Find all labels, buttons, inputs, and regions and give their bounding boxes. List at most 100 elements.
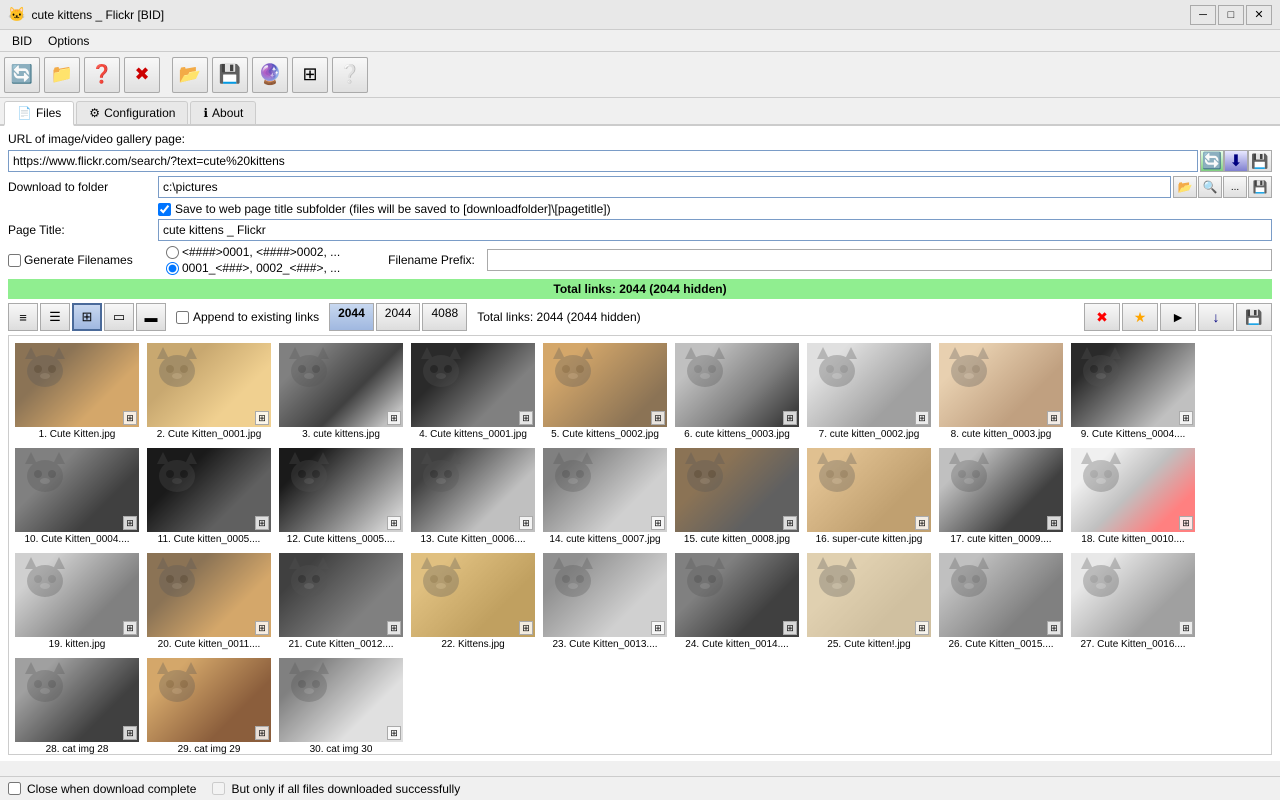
img-overlay-18[interactable]: ⊞ [1179, 516, 1193, 530]
img-overlay-20[interactable]: ⊞ [255, 621, 269, 635]
count-2044-button[interactable]: 2044 [329, 303, 374, 331]
img-overlay-15[interactable]: ⊞ [783, 516, 797, 530]
image-cell-17[interactable]: ⊞17. cute kitten_0009.... [937, 445, 1065, 548]
img-overlay-9[interactable]: ⊞ [1179, 411, 1193, 425]
image-cell-1[interactable]: ⊞1. Cute Kitten.jpg [13, 340, 141, 443]
image-cell-16[interactable]: ⊞16. super-cute kitten.jpg [805, 445, 933, 548]
img-overlay-12[interactable]: ⊞ [387, 516, 401, 530]
img-overlay-13[interactable]: ⊞ [519, 516, 533, 530]
img-overlay-23[interactable]: ⊞ [651, 621, 665, 635]
img-overlay-29[interactable]: ⊞ [255, 726, 269, 740]
subfolder-checkbox[interactable] [158, 203, 171, 216]
image-cell-2[interactable]: ⊞2. Cute Kitten_0001.jpg [145, 340, 273, 443]
save-folder-button[interactable]: 💾 [1248, 176, 1272, 198]
folder-input[interactable] [158, 176, 1171, 198]
image-grid-container[interactable]: ⊞1. Cute Kitten.jpg ⊞2. Cute Kitten_0001… [8, 335, 1272, 755]
image-cell-21[interactable]: ⊞21. Cute Kitten_0012.... [277, 550, 405, 653]
menu-options[interactable]: Options [40, 32, 97, 50]
play-button[interactable]: ► [1160, 303, 1196, 331]
more-folder-button[interactable]: ... [1223, 176, 1247, 198]
image-cell-23[interactable]: ⊞23. Cute Kitten_0013.... [541, 550, 669, 653]
img-overlay-17[interactable]: ⊞ [1047, 516, 1061, 530]
search-folder-button[interactable]: 🔍 [1198, 176, 1222, 198]
url-refresh-button[interactable]: 🔄 [1200, 150, 1224, 172]
img-overlay-4[interactable]: ⊞ [519, 411, 533, 425]
but-only-checkbox[interactable] [212, 782, 225, 795]
img-overlay-27[interactable]: ⊞ [1179, 621, 1193, 635]
filename-radio-1[interactable] [166, 246, 179, 259]
maximize-button[interactable]: □ [1218, 5, 1244, 25]
image-cell-14[interactable]: ⊞14. cute kittens_0007.jpg [541, 445, 669, 548]
img-overlay-3[interactable]: ⊞ [387, 411, 401, 425]
close-when-complete-checkbox[interactable] [8, 782, 21, 795]
img-overlay-7[interactable]: ⊞ [915, 411, 929, 425]
img-overlay-26[interactable]: ⊞ [1047, 621, 1061, 635]
image-cell-29[interactable]: ⊞29. cat img 29 [145, 655, 273, 755]
view-medium-button[interactable]: ▭ [104, 303, 134, 331]
img-overlay-14[interactable]: ⊞ [651, 516, 665, 530]
browse-folder-button[interactable]: 📂 [1173, 176, 1197, 198]
image-cell-13[interactable]: ⊞13. Cute Kitten_0006.... [409, 445, 537, 548]
tab-files[interactable]: 📄 Files [4, 101, 74, 126]
img-overlay-28[interactable]: ⊞ [123, 726, 137, 740]
image-cell-28[interactable]: ⊞28. cat img 28 [13, 655, 141, 755]
image-cell-3[interactable]: ⊞3. cute kittens.jpg [277, 340, 405, 443]
img-overlay-24[interactable]: ⊞ [783, 621, 797, 635]
img-overlay-16[interactable]: ⊞ [915, 516, 929, 530]
filename-radio-2[interactable] [166, 262, 179, 275]
image-cell-15[interactable]: ⊞15. cute kitten_0008.jpg [673, 445, 801, 548]
image-cell-10[interactable]: ⊞10. Cute Kitten_0004.... [13, 445, 141, 548]
info-button[interactable]: ❔ [332, 57, 368, 93]
page-title-input[interactable] [158, 219, 1272, 241]
minimize-button[interactable]: ─ [1190, 5, 1216, 25]
img-overlay-6[interactable]: ⊞ [783, 411, 797, 425]
image-cell-26[interactable]: ⊞26. Cute Kitten_0015.... [937, 550, 1065, 653]
view-large-button[interactable]: ▬ [136, 303, 166, 331]
image-cell-7[interactable]: ⊞7. cute kitten_0002.jpg [805, 340, 933, 443]
delete-button[interactable]: ✖ [1084, 303, 1120, 331]
image-cell-24[interactable]: ⊞24. Cute kitten_0014.... [673, 550, 801, 653]
img-overlay-2[interactable]: ⊞ [255, 411, 269, 425]
prefix-input[interactable] [487, 249, 1272, 271]
image-cell-19[interactable]: ⊞19. kitten.jpg [13, 550, 141, 653]
image-cell-8[interactable]: ⊞8. cute kitten_0003.jpg [937, 340, 1065, 443]
image-cell-18[interactable]: ⊞18. Cute kitten_0010.... [1069, 445, 1197, 548]
generate-filenames-checkbox[interactable] [8, 254, 21, 267]
close-button[interactable]: ✕ [1246, 5, 1272, 25]
image-cell-25[interactable]: ⊞25. Cute kitten!.jpg [805, 550, 933, 653]
grid-button[interactable]: ⊞ [292, 57, 328, 93]
stop-button[interactable]: ✖ [124, 57, 160, 93]
url-input[interactable] [8, 150, 1198, 172]
img-overlay-19[interactable]: ⊞ [123, 621, 137, 635]
img-overlay-30[interactable]: ⊞ [387, 726, 401, 740]
mandala-button[interactable]: 🔮 [252, 57, 288, 93]
download-arrow-button[interactable]: ↓ [1198, 303, 1234, 331]
image-cell-30[interactable]: ⊞30. cat img 30 [277, 655, 405, 755]
image-cell-12[interactable]: ⊞12. Cute kittens_0005.... [277, 445, 405, 548]
refresh-button[interactable]: 🔄 [4, 57, 40, 93]
image-cell-4[interactable]: ⊞4. Cute kittens_0001.jpg [409, 340, 537, 443]
count-4088-button[interactable]: 4088 [422, 303, 467, 331]
url-save-button[interactable]: 💾 [1248, 150, 1272, 172]
image-cell-9[interactable]: ⊞9. Cute Kittens_0004.... [1069, 340, 1197, 443]
img-overlay-10[interactable]: ⊞ [123, 516, 137, 530]
image-cell-5[interactable]: ⊞5. Cute kittens_0002.jpg [541, 340, 669, 443]
save-button[interactable]: 💾 [212, 57, 248, 93]
tab-about[interactable]: ℹ About [190, 101, 256, 124]
star-button[interactable]: ★ [1122, 303, 1158, 331]
view-list-button[interactable]: ☰ [40, 303, 70, 331]
image-cell-20[interactable]: ⊞20. Cute kitten_0011.... [145, 550, 273, 653]
view-all-button[interactable]: ≡ [8, 303, 38, 331]
menu-bid[interactable]: BID [4, 32, 40, 50]
image-cell-22[interactable]: ⊞22. Kittens.jpg [409, 550, 537, 653]
img-overlay-25[interactable]: ⊞ [915, 621, 929, 635]
url-download-button[interactable]: ⬇ [1224, 150, 1248, 172]
open-folder-button[interactable]: 📂 [172, 57, 208, 93]
image-cell-11[interactable]: ⊞11. Cute kitten_0005.... [145, 445, 273, 548]
img-overlay-21[interactable]: ⊞ [387, 621, 401, 635]
image-cell-6[interactable]: ⊞6. cute kittens_0003.jpg [673, 340, 801, 443]
folder-button[interactable]: 📁 [44, 57, 80, 93]
img-overlay-8[interactable]: ⊞ [1047, 411, 1061, 425]
append-checkbox[interactable] [176, 311, 189, 324]
img-overlay-22[interactable]: ⊞ [519, 621, 533, 635]
